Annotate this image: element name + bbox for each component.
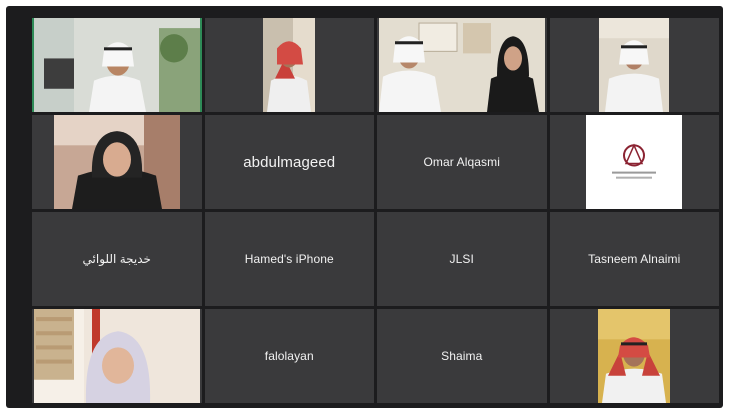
participant-name: خديجة اللوائي — [82, 252, 151, 266]
participant-video-man-and-woman — [378, 18, 545, 112]
participant-name: Omar Alqasmi — [423, 155, 501, 169]
participant-video-man-red-ghutra-yellow-wall — [598, 309, 671, 403]
participant-tile-video-2[interactable] — [204, 18, 374, 112]
participant-tile-shaima[interactable]: Shaima — [377, 309, 547, 403]
participant-name: Tasneem Alnaimi — [588, 252, 681, 266]
participant-tile-video-4[interactable] — [549, 18, 719, 112]
meeting-window: abdulmageed Omar Alqasmi خديجة اللوائي H… — [6, 6, 723, 408]
participant-tile-video-5[interactable] — [32, 115, 202, 209]
participant-organization-logo — [586, 115, 683, 209]
participant-name: Hamed's iPhone — [244, 252, 334, 266]
participant-tile-tasneem-alnaimi[interactable]: Tasneem Alnaimi — [549, 212, 719, 306]
participant-tile-omar-alqasmi[interactable]: Omar Alqasmi — [377, 115, 547, 209]
participant-name: abdulmageed — [243, 153, 336, 171]
participant-name: JLSI — [449, 252, 474, 266]
participant-tile-logo[interactable] — [549, 115, 719, 209]
participant-tile-video-1[interactable] — [32, 18, 202, 112]
participant-tile-khadija[interactable]: خديجة اللوائي — [32, 212, 202, 306]
participant-tile-falolayan[interactable]: falolayan — [204, 309, 374, 403]
participant-name: Shaima — [441, 349, 483, 363]
participant-tile-jlsi[interactable]: JLSI — [377, 212, 547, 306]
participant-tile-video-3[interactable] — [377, 18, 547, 112]
participant-name: falolayan — [264, 349, 314, 363]
participant-tile-hameds-iphone[interactable]: Hamed's iPhone — [204, 212, 374, 306]
participant-tile-abdulmageed[interactable]: abdulmageed — [204, 115, 374, 209]
participant-video-man-red-ghutra — [263, 18, 316, 112]
participant-video-man-white-ghutra-2 — [599, 18, 670, 112]
participant-video-woman-light-hijab — [33, 309, 200, 403]
participant-grid: abdulmageed Omar Alqasmi خديجة اللوائي H… — [32, 18, 719, 403]
participant-video-woman-black-hijab — [53, 115, 180, 209]
participant-video-man-white-ghutra — [33, 18, 200, 112]
participant-tile-video-7[interactable] — [549, 309, 719, 403]
participant-tile-video-6[interactable] — [32, 309, 202, 403]
